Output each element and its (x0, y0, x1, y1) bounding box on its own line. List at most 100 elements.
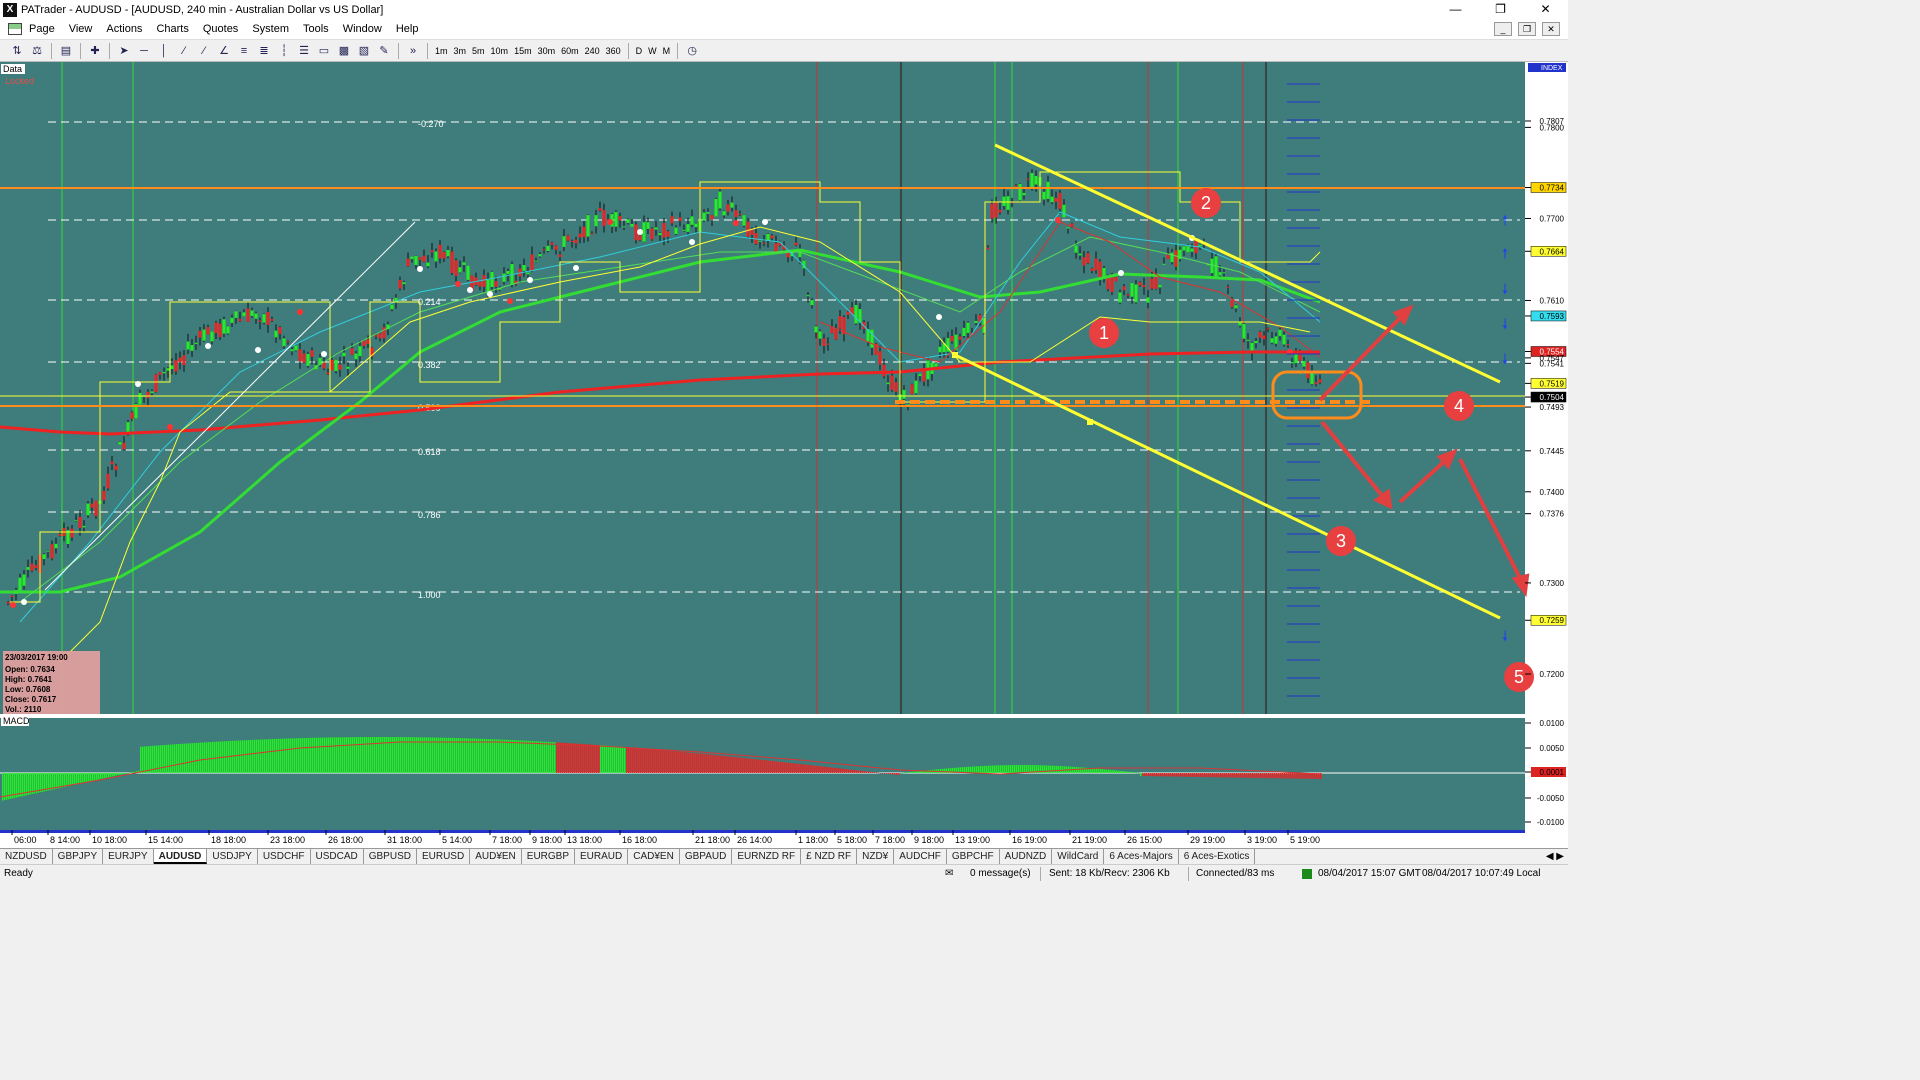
clock-icon[interactable]: ◷ (683, 43, 701, 59)
macd-bar (432, 737, 434, 773)
timeframe-10m[interactable]: 10m (488, 43, 512, 59)
price-chart[interactable]: -0.2700.2140.3820.5000.6180.7861.000 1 2… (0, 62, 1568, 848)
cursor-icon[interactable]: ➤ (115, 43, 133, 59)
status-messages[interactable]: 0 message(s) (970, 868, 1031, 879)
tab-audnzd[interactable]: AUDNZD (1000, 849, 1053, 864)
candle-body (654, 227, 658, 230)
macd-bar (296, 738, 298, 773)
tab-nzdusd[interactable]: NZDUSD (0, 849, 53, 864)
candle-body (446, 249, 450, 257)
mdi-restore-button[interactable]: ❐ (1518, 22, 1536, 36)
tab-wildcard[interactable]: WildCard (1052, 849, 1105, 864)
menu-quotes[interactable]: Quotes (196, 23, 245, 35)
macd-bar (866, 771, 868, 773)
menu-system[interactable]: System (245, 23, 296, 35)
period-monthly[interactable]: M (660, 43, 674, 59)
label-tool-icon[interactable]: ▧ (355, 43, 373, 59)
fibonacci-fan-icon[interactable]: ∠ (215, 43, 233, 59)
macd-bar (580, 743, 582, 773)
trendline-icon[interactable]: ∕ (175, 43, 193, 59)
period-daily[interactable]: D (633, 43, 646, 59)
menu-help[interactable]: Help (389, 23, 426, 35)
tab-6aces-majors[interactable]: 6 Aces-Majors (1104, 849, 1179, 864)
timeframe-240[interactable]: 240 (582, 43, 603, 59)
time-zones-icon[interactable]: ┆ (275, 43, 293, 59)
tab-audusd[interactable]: AUDUSD (153, 849, 208, 864)
restore-button[interactable]: ❐ (1478, 0, 1523, 19)
macd-bar (1290, 773, 1292, 779)
timeframe-15m[interactable]: 15m (511, 43, 535, 59)
horizontal-line-icon[interactable]: ─ (135, 43, 153, 59)
period-weekly[interactable]: W (645, 43, 660, 59)
pencil-icon[interactable]: ✎ (375, 43, 393, 59)
macd-bar (82, 773, 84, 783)
macd-bar (792, 763, 794, 773)
pane-divider (0, 714, 1525, 718)
macd-bar (536, 741, 538, 773)
mdi-minimize-button[interactable]: _ (1494, 22, 1512, 36)
macd-bar (994, 765, 996, 773)
tab-gbpusd[interactable]: GBPUSD (364, 849, 417, 864)
page-icon[interactable] (8, 23, 22, 35)
gann-icon[interactable]: ☰ (295, 43, 313, 59)
tab-cadyen[interactable]: CAD¥EN (628, 849, 680, 864)
candle-body (578, 233, 582, 238)
price-label: 0.7376 (1540, 510, 1565, 519)
menu-charts[interactable]: Charts (149, 23, 195, 35)
tab-audyen[interactable]: AUD¥EN (470, 849, 522, 864)
vertical-line-icon[interactable]: │ (155, 43, 173, 59)
order-icon[interactable]: ⚖ (28, 43, 46, 59)
tab-eurnzd-rf[interactable]: EURNZD RF (732, 849, 802, 864)
macd-bar (206, 742, 208, 773)
tab-gbpjpy[interactable]: GBPJPY (53, 849, 104, 864)
macd-bar (382, 737, 384, 773)
message-icon[interactable]: ✉ (945, 868, 953, 879)
channel-icon[interactable]: ⁄ (195, 43, 213, 59)
tab-6aces-exotics[interactable]: 6 Aces-Exotics (1179, 849, 1256, 864)
buy-sell-icon[interactable]: ⇅ (8, 43, 26, 59)
menu-view[interactable]: View (62, 23, 100, 35)
crosshair-icon[interactable]: ✚ (86, 43, 104, 59)
tab-gbpnzd-rf[interactable]: £ NZD RF (801, 849, 858, 864)
tab-gbpaud[interactable]: GBPAUD (680, 849, 733, 864)
timeframe-60m[interactable]: 60m (558, 43, 582, 59)
macd-bar (166, 744, 168, 773)
text-tool-icon[interactable]: ▩ (335, 43, 353, 59)
tab-scroll-arrows[interactable]: ◀ ▶ (1546, 851, 1564, 862)
menu-page[interactable]: Page (22, 23, 62, 35)
rectangle-icon[interactable]: ▭ (315, 43, 333, 59)
mdi-close-button[interactable]: ✕ (1542, 22, 1560, 36)
close-button[interactable]: ✕ (1523, 0, 1568, 19)
candle-body (882, 364, 886, 377)
fibonacci-extension-icon[interactable]: ≣ (255, 43, 273, 59)
tab-eurusd[interactable]: EURUSD (417, 849, 471, 864)
macd-bar (824, 766, 826, 773)
menu-tools[interactable]: Tools (296, 23, 336, 35)
more-tools-icon[interactable]: » (404, 43, 422, 59)
timeframe-5m[interactable]: 5m (469, 43, 488, 59)
tab-eurgbp[interactable]: EURGBP (522, 849, 576, 864)
tab-euraud[interactable]: EURAUD (575, 849, 629, 864)
tab-audchf[interactable]: AUDCHF (894, 849, 947, 864)
timeframe-360[interactable]: 360 (603, 43, 624, 59)
tab-nzdyen[interactable]: NZD¥ (857, 849, 895, 864)
menu-actions[interactable]: Actions (99, 23, 149, 35)
tab-usdcad[interactable]: USDCAD (311, 849, 364, 864)
macd-bar (1092, 768, 1094, 773)
macd-bar (1232, 773, 1234, 778)
tab-usdjpy[interactable]: USDJPY (207, 849, 258, 864)
tab-gbpchf[interactable]: GBPCHF (947, 849, 1000, 864)
timeframe-3m[interactable]: 3m (451, 43, 470, 59)
timeframe-30m[interactable]: 30m (535, 43, 559, 59)
macd-bar (774, 761, 776, 773)
chart-type-icon[interactable]: ▤ (57, 43, 75, 59)
tab-usdchf[interactable]: USDCHF (258, 849, 311, 864)
candle-body (730, 202, 734, 208)
macd-bar (750, 758, 752, 773)
fibonacci-retracement-icon[interactable]: ≡ (235, 43, 253, 59)
tab-eurjpy[interactable]: EURJPY (103, 849, 154, 864)
timeframe-1m[interactable]: 1m (432, 43, 451, 59)
minimize-button[interactable]: — (1433, 0, 1478, 19)
macd-bar (974, 766, 976, 773)
menu-window[interactable]: Window (336, 23, 389, 35)
